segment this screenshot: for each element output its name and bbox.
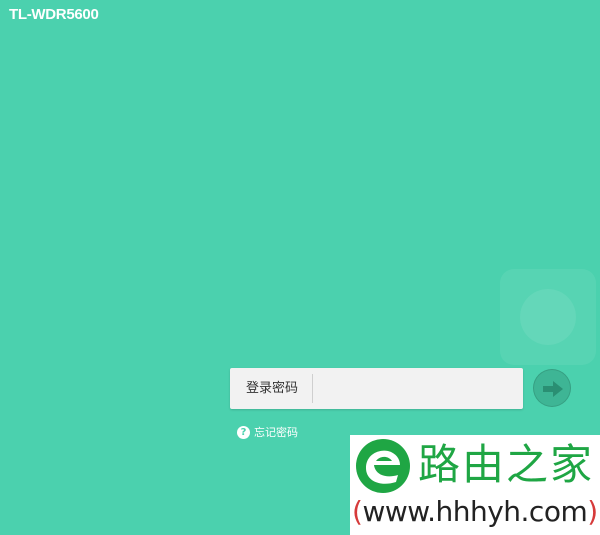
- watermark-title: 路由之家: [418, 440, 595, 489]
- watermark: 路由之家 (www.hhhyh.com): [350, 435, 600, 535]
- question-circle-icon: ?: [237, 425, 250, 439]
- field-divider: [312, 374, 313, 403]
- forgot-password-link[interactable]: ? 忘记密码: [237, 424, 298, 440]
- e-leaf-logo: [356, 439, 410, 493]
- watermark-url-text: www.hhhyh.com: [362, 495, 588, 528]
- login-password-box: 登录密码: [230, 368, 523, 409]
- password-input[interactable]: [318, 372, 520, 407]
- watermark-url-close: ): [587, 495, 598, 528]
- login-submit-button[interactable]: [533, 369, 571, 407]
- decorative-panel: [500, 269, 596, 365]
- forgot-password-text: 忘记密码: [254, 426, 298, 439]
- watermark-url: (www.hhhyh.com): [352, 493, 598, 531]
- watermark-url-open: (: [352, 495, 363, 528]
- decorative-circle-icon: [520, 289, 576, 345]
- password-label: 登录密码: [246, 381, 299, 396]
- arrow-right-icon: [543, 381, 563, 397]
- router-model-title: TL-WDR5600: [9, 6, 99, 23]
